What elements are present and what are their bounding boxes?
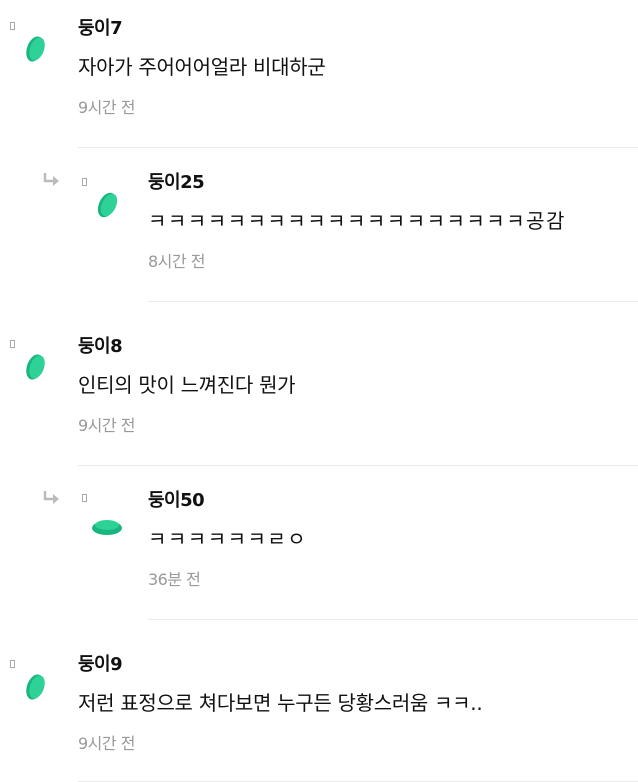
profile-badge-icon	[82, 494, 87, 502]
comment-text: ㅋㅋㅋㅋㅋㅋㄹㅇ	[148, 527, 308, 551]
comment-time: 8시간 전	[148, 252, 205, 271]
reply-item: 둥이25 ㅋㅋㅋㅋㅋㅋㅋㅋㅋㅋㅋㅋㅋㅋㅋㅋㅋㅋㅋ공감 8시간 전	[0, 148, 638, 302]
comment-time: 9시간 전	[78, 98, 135, 117]
profile-badge-icon	[10, 340, 15, 348]
comment-time: 36분 전	[148, 570, 201, 589]
comment-author[interactable]: 둥이9	[78, 652, 638, 678]
comment-list: 둥이7 자아가 주어어어얼라 비대하군 9시간 전 둥이25 ㅋㅋㅋㅋㅋㅋㅋㅋㅋ…	[0, 0, 638, 782]
comment-time: 9시간 전	[78, 416, 135, 435]
profile-badge-icon	[10, 660, 15, 668]
avatar[interactable]	[22, 352, 48, 382]
comment-time: 9시간 전	[78, 734, 135, 753]
comment-author[interactable]: 둥이7	[78, 16, 638, 42]
reply-arrow-icon	[43, 491, 59, 504]
comment-item: 둥이8 인티의 맛이 느껴진다 뭔가 9시간 전	[0, 302, 638, 466]
comment-text: ㅋㅋㅋㅋㅋㅋㅋㅋㅋㅋㅋㅋㅋㅋㅋㅋㅋㅋㅋ공감	[148, 209, 566, 233]
avatar[interactable]	[94, 190, 120, 220]
comment-author[interactable]: 둥이50	[148, 488, 638, 514]
comment-item: 둥이7 자아가 주어어어얼라 비대하군 9시간 전	[0, 0, 638, 148]
reply-item: 둥이50 ㅋㅋㅋㅋㅋㅋㄹㅇ 36분 전	[0, 466, 638, 620]
comment-author[interactable]: 둥이25	[148, 170, 638, 196]
comment-text: 자아가 주어어어얼라 비대하군	[78, 55, 326, 79]
reply-arrow-icon	[43, 173, 59, 186]
comment-item: 둥이9 저런 표정으로 쳐다보면 누구든 당황스러움 ㅋㅋ.. 9시간 전	[0, 620, 638, 782]
avatar[interactable]	[22, 34, 48, 64]
profile-badge-icon	[82, 178, 87, 186]
avatar[interactable]	[90, 514, 124, 536]
comment-text: 저런 표정으로 쳐다보면 누구든 당황스러움 ㅋㅋ..	[78, 691, 483, 715]
avatar[interactable]	[22, 672, 48, 702]
comment-author[interactable]: 둥이8	[78, 334, 638, 360]
profile-badge-icon	[10, 22, 15, 30]
comment-text: 인티의 맛이 느껴진다 뭔가	[78, 373, 296, 397]
